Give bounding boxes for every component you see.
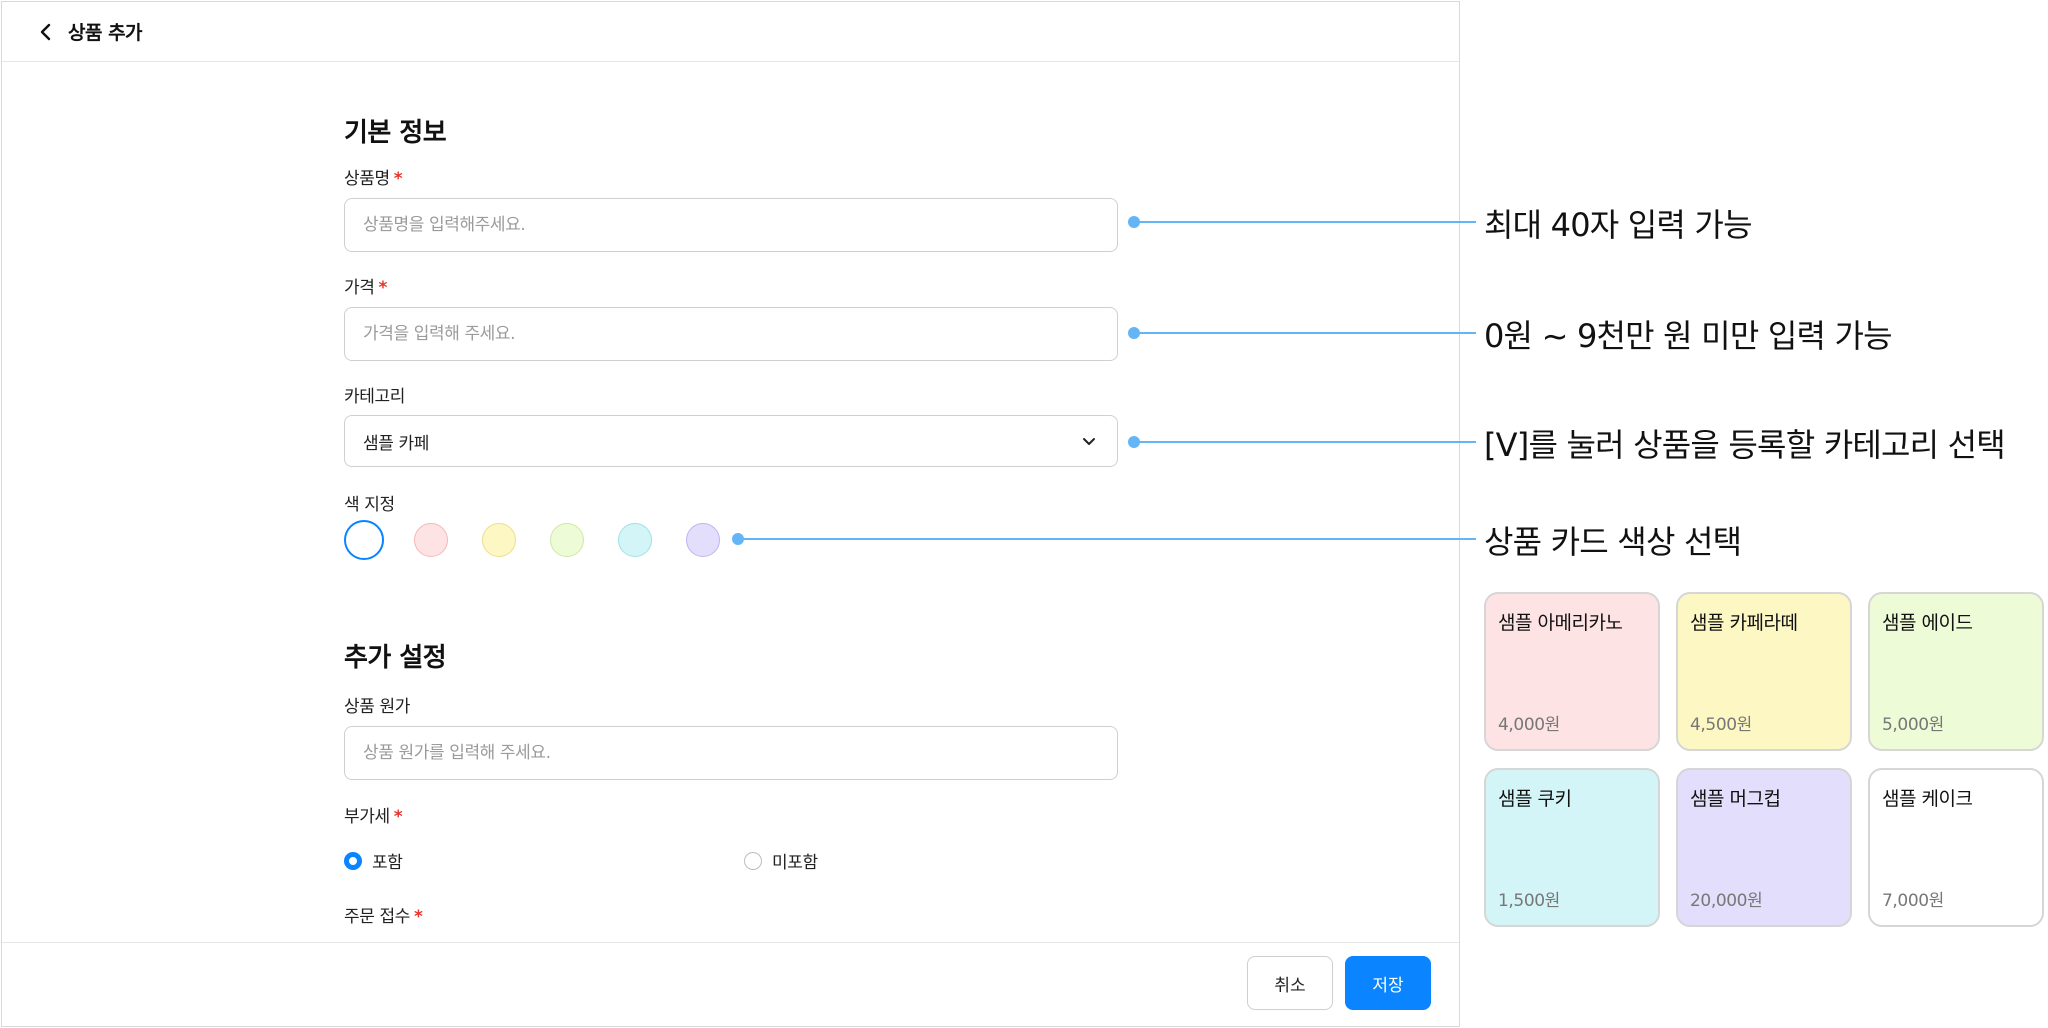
required-mark: *	[393, 807, 403, 827]
color-label: 색 지정	[344, 495, 395, 515]
product-add-window: 상품 추가 기본 정보 상품명* 가격* 카테고리 샘플 카페 색 지정 추가 …	[1, 1, 1460, 1027]
required-mark: *	[413, 907, 423, 927]
color-swatch[interactable]	[344, 520, 384, 560]
annotation-leader-line	[1134, 441, 1476, 443]
sample-product-card[interactable]: 샘플 머그컵 20,000원	[1676, 768, 1852, 927]
annotation-name-limit: 최대 40자 입력 가능	[1484, 206, 1753, 244]
cost-label: 상품 원가	[344, 697, 410, 717]
annotation-leader-line	[1134, 221, 1476, 223]
radio-button[interactable]	[344, 851, 362, 870]
color-swatch[interactable]	[618, 523, 652, 557]
annotation-price-range: 0원 ~ 9천만 원 미만 입력 가능	[1484, 317, 1893, 355]
chevron-down-icon	[1083, 438, 1095, 445]
color-swatch[interactable]	[550, 523, 584, 557]
product-name-input[interactable]	[344, 198, 1118, 252]
vat-label: 부가세 *	[344, 807, 403, 827]
vat-option-excluded[interactable]: 미포함	[744, 848, 818, 873]
card-product-price: 4,000원	[1498, 715, 1560, 735]
annotation-leader-line	[1134, 332, 1476, 334]
required-mark: *	[393, 169, 403, 189]
color-swatch[interactable]	[414, 523, 448, 557]
sample-product-card[interactable]: 샘플 아메리카노 4,000원	[1484, 592, 1660, 751]
card-product-name: 샘플 아메리카노	[1498, 612, 1623, 634]
card-product-name: 샘플 카페라떼	[1690, 612, 1798, 634]
card-product-name: 샘플 케이크	[1882, 788, 1973, 810]
card-product-price: 7,000원	[1882, 891, 1944, 911]
section-title-extra-settings: 추가 설정	[344, 643, 447, 673]
price-input[interactable]	[344, 307, 1118, 361]
color-swatch[interactable]	[686, 523, 720, 557]
category-label: 카테고리	[344, 387, 405, 407]
card-product-price: 20,000원	[1690, 891, 1763, 911]
order-receipt-label: 주문 접수 *	[344, 907, 423, 927]
top-bar: 상품 추가	[2, 2, 1459, 62]
category-selected-value: 샘플 카페	[363, 433, 429, 454]
vat-option-included[interactable]: 포함	[344, 848, 403, 873]
card-product-name: 샘플 에이드	[1882, 612, 1973, 634]
sample-product-card[interactable]: 샘플 쿠키 1,500원	[1484, 768, 1660, 927]
product-name-label: 상품명 *	[344, 169, 403, 189]
card-product-price: 1,500원	[1498, 891, 1560, 911]
card-product-price: 5,000원	[1882, 715, 1944, 735]
section-title-basic-info: 기본 정보	[344, 118, 447, 148]
footer-bar: 취소 저장	[2, 942, 1459, 1026]
cancel-button[interactable]: 취소	[1247, 956, 1333, 1010]
sample-product-card[interactable]: 샘플 에이드 5,000원	[1868, 592, 2044, 751]
category-select[interactable]: 샘플 카페	[344, 415, 1118, 467]
sample-product-card[interactable]: 샘플 케이크 7,000원	[1868, 768, 2044, 927]
back-chevron-icon[interactable]	[34, 20, 58, 44]
radio-button[interactable]	[744, 851, 762, 870]
required-mark: *	[378, 278, 387, 298]
page-title: 상품 추가	[68, 22, 143, 44]
card-product-name: 샘플 쿠키	[1498, 788, 1572, 810]
save-button[interactable]: 저장	[1345, 956, 1431, 1010]
annotation-leader-line	[738, 538, 1476, 540]
annotation-card-color: 상품 카드 색상 선택	[1484, 523, 1742, 561]
color-swatch[interactable]	[482, 523, 516, 557]
cost-input[interactable]	[344, 726, 1118, 780]
card-product-price: 4,500원	[1690, 715, 1752, 735]
price-label: 가격 *	[344, 278, 387, 298]
color-swatch-group	[344, 520, 744, 563]
sample-product-card[interactable]: 샘플 카페라떼 4,500원	[1676, 592, 1852, 751]
card-product-name: 샘플 머그컵	[1690, 788, 1781, 810]
annotation-category-select: [V]를 눌러 상품을 등록할 카테고리 선택	[1484, 426, 2006, 464]
